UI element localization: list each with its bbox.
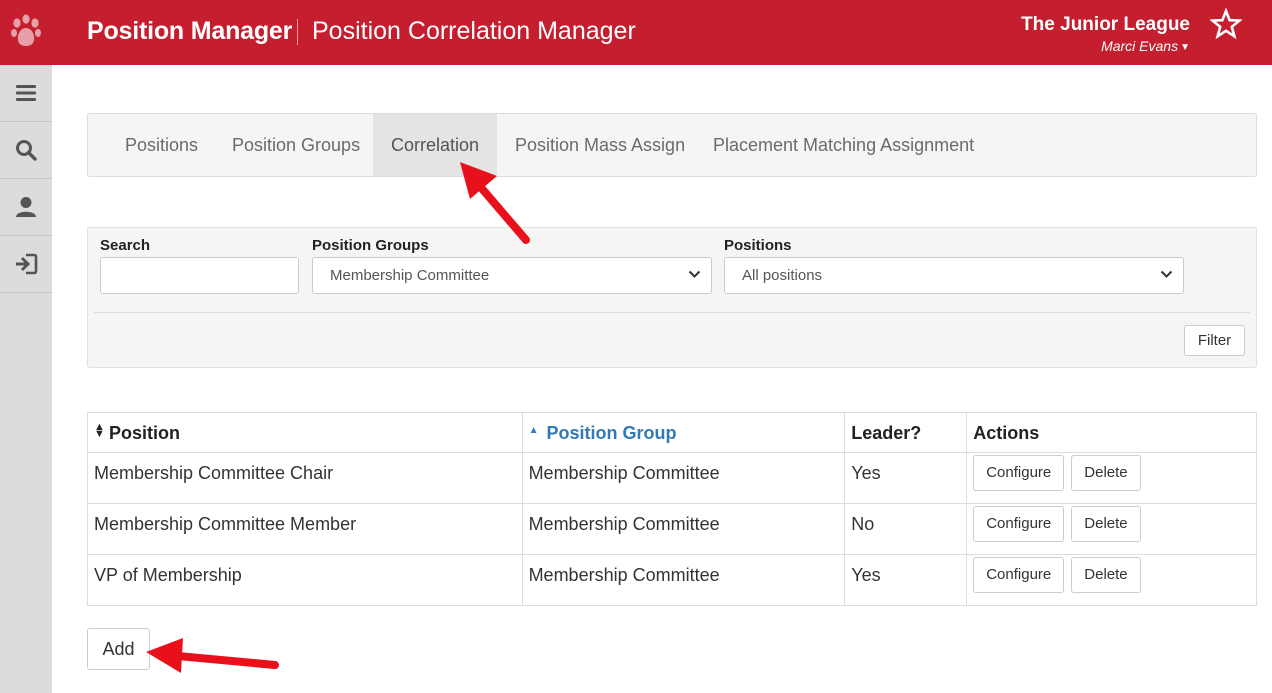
add-button[interactable]: Add	[87, 628, 150, 670]
user-menu[interactable]: Marci Evans ▼	[1101, 38, 1190, 54]
filter-panel: Search Position Groups Membership Commit…	[87, 227, 1257, 368]
logout-icon	[16, 253, 38, 275]
title-separator	[297, 19, 298, 45]
cell-leader: Yes	[844, 554, 968, 606]
configure-button[interactable]: Configure	[973, 557, 1065, 593]
tab-correlation[interactable]: Correlation	[373, 114, 498, 176]
cell-position: Membership Committee Member	[87, 503, 523, 555]
caret-down-icon: ▼	[1180, 42, 1190, 53]
column-header-actions: Actions	[966, 412, 1257, 453]
tab-position-groups[interactable]: Position Groups	[214, 114, 378, 176]
delete-button[interactable]: Delete	[1071, 557, 1141, 593]
sidebar-item-menu[interactable]	[0, 65, 52, 122]
sidebar	[0, 65, 52, 693]
cell-position-group: Membership Committee	[521, 452, 846, 504]
column-header-position-group[interactable]: ▲ Position Group	[521, 412, 846, 453]
sidebar-item-user[interactable]	[0, 179, 52, 236]
tab-bar: Positions Position Groups Correlation Po…	[87, 113, 1257, 177]
positions-selected: All positions	[742, 267, 823, 284]
tab-position-mass-assign[interactable]: Position Mass Assign	[497, 114, 703, 176]
chevron-down-icon	[688, 270, 701, 278]
menu-icon	[16, 85, 36, 101]
search-input[interactable]	[100, 257, 299, 294]
org-name: The Junior League	[1021, 14, 1190, 35]
table-row: Membership Committee Chair Membership Co…	[87, 452, 1257, 504]
arrow-to-add-button	[146, 638, 279, 673]
star-icon[interactable]	[1210, 8, 1242, 40]
user-icon	[16, 197, 36, 217]
cell-leader: No	[844, 503, 968, 555]
table-row: Membership Committee Member Membership C…	[87, 503, 1257, 555]
cell-position: VP of Membership	[87, 554, 523, 606]
table-header-row: ▲ ▼ Position ▲ Position Group Leader? Actio…	[87, 412, 1257, 453]
position-groups-selected: Membership Committee	[330, 267, 490, 284]
tab-placement-matching-assignment[interactable]: Placement Matching Assignment	[695, 114, 992, 176]
filter-button[interactable]: Filter	[1184, 325, 1245, 356]
sort-icon: ▲ ▼	[94, 421, 105, 440]
app-title: Position Manager	[87, 17, 293, 45]
position-groups-label: Position Groups	[312, 237, 429, 254]
cell-leader: Yes	[844, 452, 968, 504]
cell-actions: Configure Delete	[966, 554, 1257, 606]
sidebar-item-logout[interactable]	[0, 236, 52, 293]
app-header: Position Manager Position Correlation Ma…	[0, 0, 1272, 65]
delete-button[interactable]: Delete	[1071, 506, 1141, 542]
table-row: VP of Membership Membership Committee Ye…	[87, 554, 1257, 606]
user-name: Marci Evans	[1101, 38, 1179, 54]
positions-label: Positions	[724, 237, 792, 254]
column-header-position[interactable]: ▲ ▼ Position	[87, 412, 523, 453]
search-label: Search	[100, 237, 151, 254]
tab-positions[interactable]: Positions	[107, 114, 216, 176]
position-groups-select[interactable]: Membership Committee	[312, 257, 712, 294]
filter-divider	[94, 312, 1250, 313]
cell-position-group: Membership Committee	[521, 554, 846, 606]
cell-position: Membership Committee Chair	[87, 452, 523, 504]
configure-button[interactable]: Configure	[973, 506, 1065, 542]
delete-button[interactable]: Delete	[1071, 455, 1141, 491]
cell-actions: Configure Delete	[966, 503, 1257, 555]
sidebar-item-search[interactable]	[0, 122, 52, 179]
cell-position-group: Membership Committee	[521, 503, 846, 555]
correlation-table: ▲ ▼ Position ▲ Position Group Leader? Actio…	[87, 412, 1257, 606]
cell-actions: Configure Delete	[966, 452, 1257, 504]
search-icon	[16, 140, 37, 161]
positions-select[interactable]: All positions	[724, 257, 1184, 294]
configure-button[interactable]: Configure	[973, 455, 1065, 491]
column-header-leader: Leader?	[844, 412, 968, 453]
paw-logo-icon[interactable]	[9, 11, 43, 51]
chevron-down-icon	[1160, 270, 1173, 278]
page-title: Position Correlation Manager	[312, 17, 636, 45]
sort-ascending-icon: ▲	[528, 425, 539, 436]
